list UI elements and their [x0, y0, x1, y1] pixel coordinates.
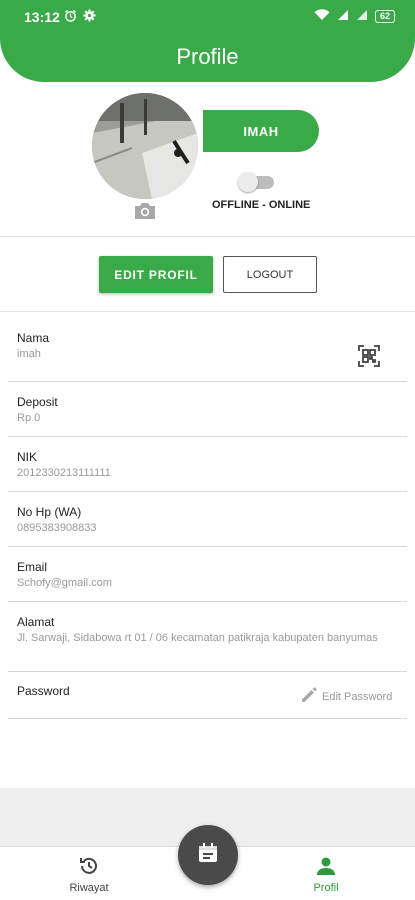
field-label: No Hp (WA)	[17, 505, 82, 519]
calendar-icon	[197, 842, 219, 869]
field-value: Jl. Sarwaji, Sidabowa rt 01 / 06 kecamat…	[17, 632, 378, 644]
field-email: Email Schofy@gmail.com	[8, 547, 407, 602]
profile-name-badge: IMAH	[203, 110, 319, 152]
field-value: imah	[17, 348, 41, 360]
divider	[0, 236, 415, 237]
toggle-thumb	[238, 172, 258, 192]
online-status-label: OFFLINE - ONLINE	[212, 199, 311, 211]
online-toggle[interactable]	[238, 172, 276, 192]
field-nik: NIK 2012330213111111	[8, 437, 407, 492]
app-header: Profile	[0, 34, 415, 82]
camera-icon[interactable]	[132, 200, 158, 222]
history-icon	[59, 855, 119, 880]
field-label: Nama	[17, 331, 50, 345]
logout-button[interactable]: LOGOUT	[223, 256, 317, 293]
field-deposit: Deposit Rp 0	[8, 382, 407, 437]
status-time: 13:12	[24, 9, 60, 25]
edit-password-label: Edit Password	[322, 690, 393, 703]
edit-password-link[interactable]: Edit Password	[300, 686, 392, 707]
nav-label: Riwayat	[69, 882, 109, 894]
divider	[0, 311, 415, 312]
profile-photo[interactable]	[92, 93, 198, 199]
field-label: Deposit	[17, 395, 58, 409]
calendar-fab-button[interactable]	[178, 825, 238, 885]
battery-indicator: 62	[374, 10, 395, 23]
field-value: 2012330213111111	[17, 467, 111, 479]
qr-code-icon[interactable]	[358, 345, 380, 367]
field-label: Alamat	[17, 615, 55, 629]
field-value: Schofy@gmail.com	[17, 577, 112, 589]
field-alamat: Alamat Jl. Sarwaji, Sidabowa rt 01 / 06 …	[8, 602, 407, 672]
field-label: NIK	[17, 450, 38, 464]
alarm-icon	[64, 9, 77, 25]
field-value: 0895383908833	[17, 522, 97, 534]
wifi-icon	[314, 9, 330, 24]
person-icon	[296, 855, 356, 880]
field-nama: Nama imah	[8, 320, 407, 382]
field-label: Email	[17, 560, 48, 574]
status-bar: 13:12 62	[0, 0, 415, 34]
page-title: Profile	[176, 44, 239, 69]
pencil-icon	[300, 686, 318, 707]
field-value: Rp 0	[17, 412, 41, 424]
nav-item-riwayat[interactable]: Riwayat	[59, 855, 119, 894]
edit-profile-button[interactable]: EDIT PROFIL	[99, 256, 213, 293]
signal-icon	[337, 9, 349, 24]
settings-gear-icon	[83, 9, 96, 25]
field-label: Password	[17, 684, 70, 698]
field-phone: No Hp (WA) 0895383908833	[8, 492, 407, 547]
nav-label: Profil	[313, 882, 339, 894]
signal-icon-2	[356, 9, 368, 24]
nav-item-profil[interactable]: Profil	[296, 855, 356, 894]
